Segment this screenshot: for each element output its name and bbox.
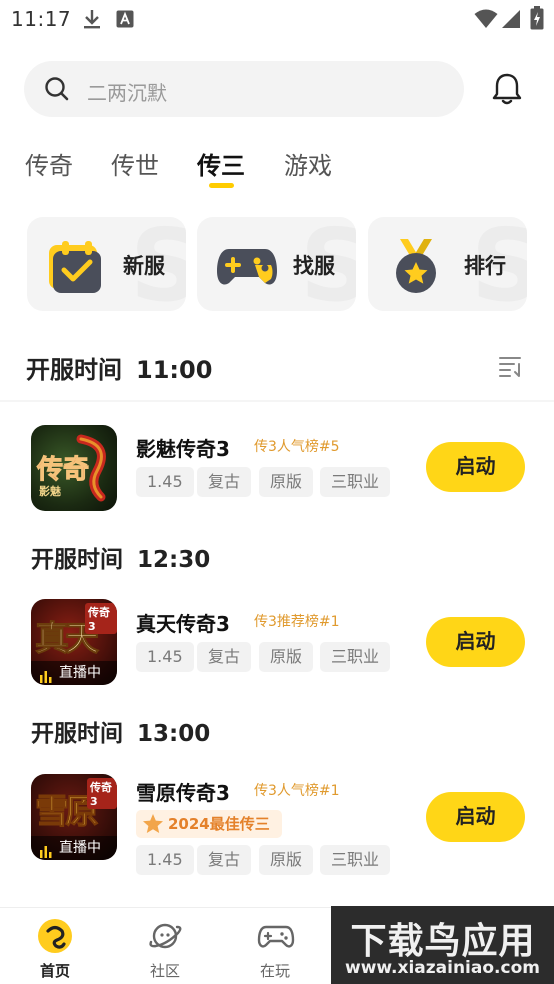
tag-chip: 三职业 [320,642,391,672]
tab-games[interactable]: 游戏 [284,146,332,181]
game-name[interactable]: 真天传奇3 [136,608,230,637]
gamepad-icon [215,235,277,295]
calendar-check-icon [45,235,105,295]
tab-chuansan[interactable]: 传三 [197,146,245,181]
tab-chuanqi[interactable]: 传奇 [25,146,73,181]
game-icon-title: 雪原 [35,792,100,833]
search-input[interactable]: 二两沉默 [24,61,464,117]
tag-chip: 1.45 [136,467,194,497]
ranking-card[interactable]: S 排行 [368,217,527,311]
medal-icon [386,235,446,295]
live-label: 直播中 [59,665,101,681]
launch-button[interactable]: 启动 [426,442,525,492]
watermark-title: 下载鸟应用 [350,921,536,962]
game-icon-title: 传奇 [36,455,90,486]
game-icon-xueyuan[interactable]: 雪原 传奇3 直播中 [31,774,117,860]
live-badge: 直播中 [31,661,117,685]
download-icon [82,8,102,34]
watermark: 下载鸟应用 www.xiazainiao.com [331,906,554,984]
planet-icon [147,918,183,958]
time-header-title: 开服时间 [31,721,123,747]
launch-button[interactable]: 启动 [426,792,525,842]
status-bar: 11:17 [0,0,554,38]
find-server-card[interactable]: S 找服 [197,217,356,311]
tag-chip: 1.45 [136,642,194,672]
time-header-time: 12:30 [137,547,211,573]
category-tabs: 传奇 传世 传三 游戏 [0,146,554,186]
tab-chuanshi[interactable]: 传世 [111,146,159,181]
tag-chip: 1.45 [136,845,194,875]
bell-icon[interactable] [492,72,522,110]
live-badge: 直播中 [31,836,117,860]
new-server-card[interactable]: S 新服 [27,217,186,311]
status-time: 11:17 [11,7,72,31]
live-bars-icon [39,842,53,860]
signal-icon [501,9,521,33]
tag-chip: 原版 [259,642,314,672]
watermark-url: www.xiazainiao.com [345,958,540,978]
tag-chip: 复古 [197,467,252,497]
new-server-label: 新服 [123,254,165,278]
tag-chip: 复古 [197,642,252,672]
award-star-icon [142,813,164,844]
wifi-icon [474,9,498,33]
game-name[interactable]: 雪原传奇3 [136,777,230,806]
live-label: 直播中 [59,840,101,856]
game-icon-corner: 传奇3 [87,778,117,809]
nav-playing-label: 在玩 [259,962,290,980]
section-time: 11:00 [136,356,213,384]
award-badge: 2024最佳传三 [136,810,282,838]
time-header-title: 开服时间 [31,547,123,573]
nav-community-label: 社区 [149,962,180,980]
game-icon-subtitle: 影魅 [39,485,61,498]
font-a-icon [116,10,134,32]
divider [0,400,554,402]
game-icon-yingmei[interactable]: 传奇 影魅 [31,425,117,511]
ranking-label: 排行 [464,254,506,278]
tag-chip: 三职业 [320,467,391,497]
battery-icon [530,6,544,34]
nav-community[interactable]: 社区 [110,908,220,984]
live-bars-icon [39,667,53,685]
nav-playing[interactable]: 在玩 [220,908,330,984]
tag-chip: 原版 [259,467,314,497]
game-name[interactable]: 影魅传奇3 [136,433,230,462]
time-header: 开服时间 13:00 [31,714,210,748]
section-title: 开服时间 [26,356,122,384]
time-header-time: 13:00 [137,721,211,747]
section-header: 开服时间 11:00 [26,350,212,385]
active-tab-indicator [209,183,234,188]
tag-chip: 原版 [259,845,314,875]
search-placeholder: 二两沉默 [87,81,167,105]
award-label: 2024最佳传三 [168,815,270,833]
home-icon [37,918,73,958]
sort-icon[interactable] [499,355,525,383]
game-icon-zhentian[interactable]: 真天 传奇3 直播中 [31,599,117,685]
search-icon [44,76,70,106]
launch-button[interactable]: 启动 [426,617,525,667]
tag-chip: 三职业 [320,845,391,875]
nav-home[interactable]: 首页 [0,908,110,984]
controller-icon [257,918,295,958]
nav-home-label: 首页 [39,962,70,980]
game-rank: 传3人气榜#1 [254,783,340,799]
game-rank: 传3推荐榜#1 [254,614,340,630]
tag-chip: 复古 [197,845,252,875]
game-rank: 传3人气榜#5 [254,439,340,455]
game-icon-corner: 传奇3 [85,603,117,634]
find-server-label: 找服 [293,254,335,278]
time-header: 开服时间 12:30 [31,540,210,574]
